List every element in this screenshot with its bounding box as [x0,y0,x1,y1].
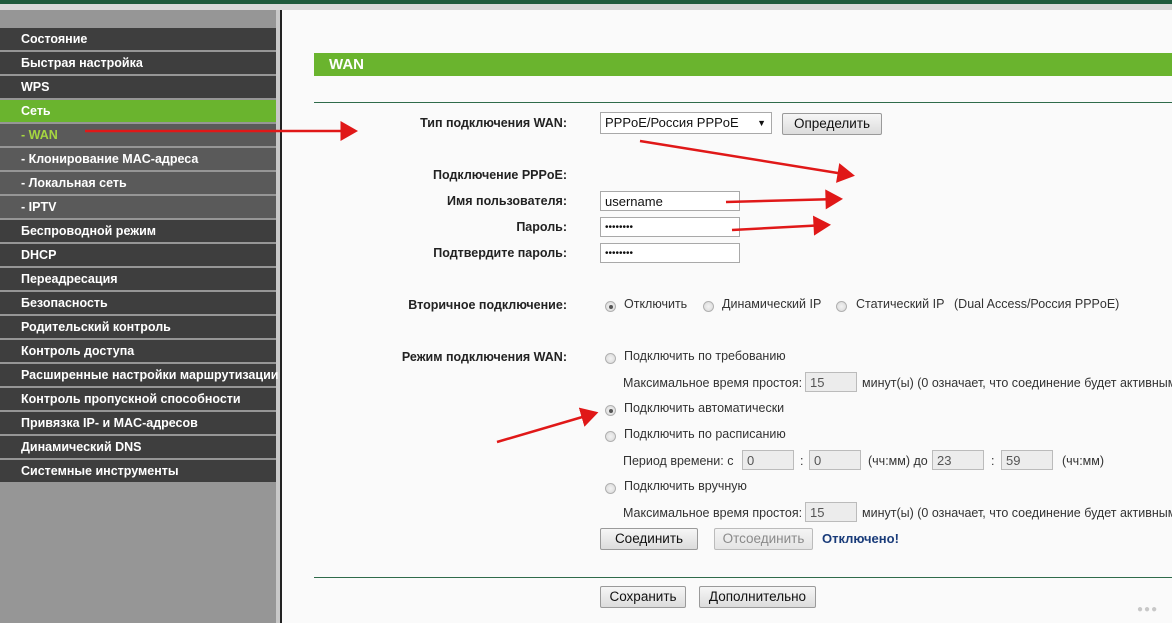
mode-auto-label: Подключить автоматически [624,401,785,415]
idle-time-input-1[interactable]: 15 [805,372,857,392]
confirm-password-input[interactable]: •••••••• [600,243,740,263]
mode-on-demand-radio[interactable] [605,353,616,364]
period-to-minute-input[interactable]: 59 [1001,450,1053,470]
period-from-minute-input[interactable]: 0 [809,450,861,470]
sidebar-item-состояние[interactable]: Состояние [0,28,276,50]
sidebar-item-локальная-сеть[interactable]: - Локальная сеть [0,172,276,194]
mode-on-demand-label: Подключить по требованию [624,349,786,363]
sidebar-item-привязка-ip-и-mac-адресов[interactable]: Привязка IP- и MAC-адресов [0,412,276,434]
mode-manual-radio[interactable] [605,483,616,494]
dropdown-arrow-icon: ▼ [757,118,766,128]
secondary-dynamic-ip-radio[interactable] [703,301,714,312]
sidebar-item-сеть[interactable]: Сеть [0,100,276,122]
sidebar-item-wps[interactable]: WPS [0,76,276,98]
divider-top [314,102,1172,103]
hhmm-to-label: (чч:мм) до [868,454,928,468]
save-button[interactable]: Сохранить [600,586,686,608]
secondary-disable-label: Отключить [624,297,688,311]
idle-time-label-1: Максимальное время простоя: [623,376,803,390]
page-title: WAN [314,53,1172,76]
pppoe-section-label: Подключение PPPoE: [433,168,567,182]
connect-button[interactable]: Соединить [600,528,698,550]
advanced-button[interactable]: Дополнительно [699,586,816,608]
period-to-hour-input[interactable]: 23 [932,450,984,470]
wan-type-label: Тип подключения WAN: [420,116,567,130]
secondary-disable-radio[interactable] [605,301,616,312]
password-label: Пароль: [516,220,567,234]
sidebar-item-wan[interactable]: - WAN [0,124,276,146]
username-input[interactable]: username [600,191,740,211]
sidebar-item-родительский-контроль[interactable]: Родительский контроль [0,316,276,338]
sidebar-item-динамический-dns[interactable]: Динамический DNS [0,436,276,458]
secondary-connection-label: Вторичное подключение: [408,298,567,312]
sidebar-item-контроль-доступа[interactable]: Контроль доступа [0,340,276,362]
detect-button[interactable]: Определить [782,113,882,135]
idle-time-suffix-2: минут(ы) (0 означает, что соединение буд… [862,506,1172,520]
connection-status: Отключено! [822,531,899,546]
mode-schedule-radio[interactable] [605,431,616,442]
disconnect-button[interactable]: Отсоединить [714,528,813,550]
confirm-password-label: Подтвердите пароль: [433,246,567,260]
secondary-static-ip-radio[interactable] [836,301,847,312]
idle-time-input-2[interactable]: 15 [805,502,857,522]
mode-auto-radio[interactable] [605,405,616,416]
username-label: Имя пользователя: [447,194,567,208]
watermark: ●●● [1137,604,1159,615]
wan-mode-label: Режим подключения WAN: [401,350,567,364]
colon-1: : [800,454,804,468]
mode-schedule-label: Подключить по расписанию [624,427,786,441]
sidebar-item-расширенные-настройки-маршрутизации[interactable]: Расширенные настройки маршрутизации [0,364,278,386]
period-label: Период времени: с [623,454,734,468]
secondary-dynamic-ip-label: Динамический IP [722,297,822,311]
sidebar-item-iptv[interactable]: - IPTV [0,196,276,218]
sidebar-item-беспроводной-режим[interactable]: Беспроводной режим [0,220,276,242]
sidebar-item-быстрая-настройка[interactable]: Быстрая настройка [0,52,276,74]
sidebar-item-переадресация[interactable]: Переадресация [0,268,276,290]
sidebar-item-контроль-пропускной-способности[interactable]: Контроль пропускной способности [0,388,276,410]
secondary-note: (Dual Access/Россия PPPoE) [954,297,1120,311]
wan-type-value: PPPoE/Россия PPPoE [605,115,739,130]
period-from-hour-input[interactable]: 0 [742,450,794,470]
sidebar-item-dhcp[interactable]: DHCP [0,244,276,266]
colon-2: : [991,454,995,468]
hhmm-label: (чч:мм) [1062,454,1105,468]
idle-time-suffix-1: минут(ы) (0 означает, что соединение буд… [862,376,1172,390]
password-input[interactable]: •••••••• [600,217,740,237]
main-content: WAN Тип подключения WAN: PPPoE/Россия PP… [282,10,1172,623]
wan-type-select[interactable]: PPPoE/Россия PPPoE ▼ [600,112,772,134]
secondary-static-ip-label: Статический IP [856,297,945,311]
sidebar-item-клонирование-mac-адреса[interactable]: - Клонирование MAC-адреса [0,148,276,170]
divider-bottom [314,577,1172,578]
mode-manual-label: Подключить вручную [624,479,747,493]
idle-time-label-2: Максимальное время простоя: [623,506,803,520]
sidebar-item-безопасность[interactable]: Безопасность [0,292,276,314]
sidebar-menu: Состояние Быстрая настройка WPS Сеть - WAN - … [0,28,278,484]
sidebar-item-системные-инструменты[interactable]: Системные инструменты [0,460,276,482]
